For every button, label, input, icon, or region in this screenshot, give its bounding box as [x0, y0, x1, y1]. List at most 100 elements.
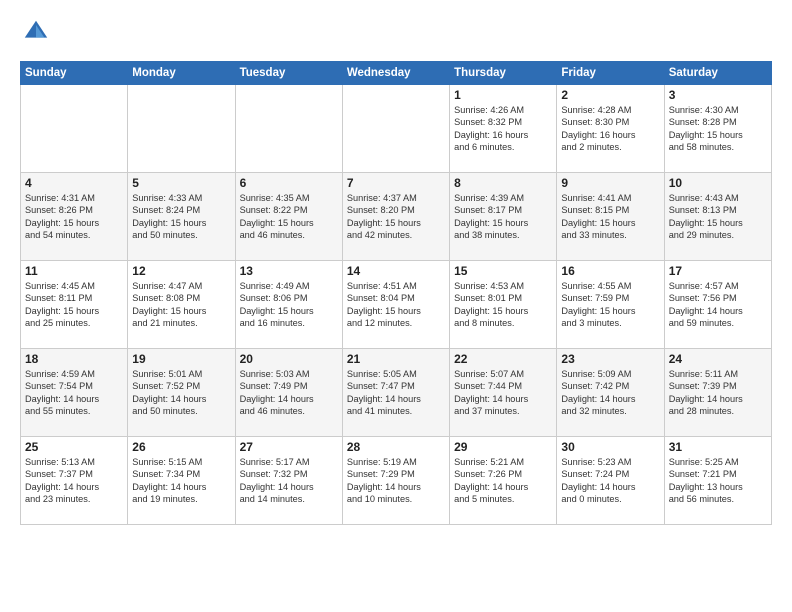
day-number: 29 [454, 440, 552, 454]
calendar-week-row: 11 Sunrise: 4:45 AM Sunset: 8:11 PM Dayli… [21, 261, 772, 349]
day-number: 2 [561, 88, 659, 102]
calendar-cell: 16 Sunrise: 4:55 AM Sunset: 7:59 PM Dayli… [557, 261, 664, 349]
calendar-cell: 8 Sunrise: 4:39 AM Sunset: 8:17 PM Daylig… [450, 173, 557, 261]
day-info: Sunrise: 4:31 AM Sunset: 8:26 PM Dayligh… [25, 192, 123, 242]
day-header-thursday: Thursday [450, 62, 557, 85]
day-info: Sunrise: 5:01 AM Sunset: 7:52 PM Dayligh… [132, 368, 230, 418]
calendar-cell: 28 Sunrise: 5:19 AM Sunset: 7:29 PM Dayli… [342, 437, 449, 525]
header [20, 18, 772, 51]
calendar-cell: 30Sunrise: 5:23 AM Sunset: 7:24 PM Dayli… [557, 437, 664, 525]
calendar-cell: 26Sunrise: 5:15 AM Sunset: 7:34 PM Dayli… [128, 437, 235, 525]
day-number: 14 [347, 264, 445, 278]
calendar-cell: 24 Sunrise: 5:11 AM Sunset: 7:39 PM Dayli… [664, 349, 771, 437]
day-number: 5 [132, 176, 230, 190]
calendar-cell: 18 Sunrise: 4:59 AM Sunset: 7:54 PM Dayli… [21, 349, 128, 437]
day-info: Sunrise: 4:49 AM Sunset: 8:06 PM Dayligh… [240, 280, 338, 330]
day-info: Sunrise: 5:03 AM Sunset: 7:49 PM Dayligh… [240, 368, 338, 418]
day-number: 11 [25, 264, 123, 278]
day-info: Sunrise: 4:53 AM Sunset: 8:01 PM Dayligh… [454, 280, 552, 330]
day-info: Sunrise: 4:35 AM Sunset: 8:22 PM Dayligh… [240, 192, 338, 242]
calendar-cell: 5 Sunrise: 4:33 AM Sunset: 8:24 PM Daylig… [128, 173, 235, 261]
day-header-monday: Monday [128, 62, 235, 85]
calendar-cell: 12 Sunrise: 4:47 AM Sunset: 8:08 PM Dayli… [128, 261, 235, 349]
calendar-cell: 11 Sunrise: 4:45 AM Sunset: 8:11 PM Dayli… [21, 261, 128, 349]
calendar-week-row: 4 Sunrise: 4:31 AM Sunset: 8:26 PM Daylig… [21, 173, 772, 261]
day-info: Sunrise: 4:51 AM Sunset: 8:04 PM Dayligh… [347, 280, 445, 330]
day-number: 12 [132, 264, 230, 278]
day-number: 15 [454, 264, 552, 278]
day-info: Sunrise: 4:28 AM Sunset: 8:30 PM Dayligh… [561, 104, 659, 154]
day-number: 28 [347, 440, 445, 454]
day-number: 4 [25, 176, 123, 190]
day-info: Sunrise: 5:09 AM Sunset: 7:42 PM Dayligh… [561, 368, 659, 418]
calendar-cell: 21 Sunrise: 5:05 AM Sunset: 7:47 PM Dayli… [342, 349, 449, 437]
calendar-cell: 23 Sunrise: 5:09 AM Sunset: 7:42 PM Dayli… [557, 349, 664, 437]
calendar-cell: 20 Sunrise: 5:03 AM Sunset: 7:49 PM Dayli… [235, 349, 342, 437]
day-number: 25 [25, 440, 123, 454]
calendar-header-row: SundayMondayTuesdayWednesdayThursdayFrid… [21, 62, 772, 85]
calendar-cell: 15 Sunrise: 4:53 AM Sunset: 8:01 PM Dayli… [450, 261, 557, 349]
calendar-cell [235, 85, 342, 173]
day-info: Sunrise: 5:05 AM Sunset: 7:47 PM Dayligh… [347, 368, 445, 418]
calendar-cell: 13 Sunrise: 4:49 AM Sunset: 8:06 PM Dayli… [235, 261, 342, 349]
day-info: Sunrise: 5:19 AM Sunset: 7:29 PM Dayligh… [347, 456, 445, 506]
day-info: Sunrise: 4:33 AM Sunset: 8:24 PM Dayligh… [132, 192, 230, 242]
day-number: 21 [347, 352, 445, 366]
calendar-cell: 9 Sunrise: 4:41 AM Sunset: 8:15 PM Daylig… [557, 173, 664, 261]
day-info: Sunrise: 5:07 AM Sunset: 7:44 PM Dayligh… [454, 368, 552, 418]
day-number: 13 [240, 264, 338, 278]
day-number: 19 [132, 352, 230, 366]
day-number: 6 [240, 176, 338, 190]
calendar-cell: 10 Sunrise: 4:43 AM Sunset: 8:13 PM Dayli… [664, 173, 771, 261]
day-info: Sunrise: 4:57 AM Sunset: 7:56 PM Dayligh… [669, 280, 767, 330]
day-info: Sunrise: 4:30 AM Sunset: 8:28 PM Dayligh… [669, 104, 767, 154]
day-info: Sunrise: 5:25 AM Sunset: 7:21 PM Dayligh… [669, 456, 767, 506]
calendar-cell: 14 Sunrise: 4:51 AM Sunset: 8:04 PM Dayli… [342, 261, 449, 349]
calendar-cell: 7Sunrise: 4:37 AM Sunset: 8:20 PM Daylig… [342, 173, 449, 261]
calendar-cell: 6 Sunrise: 4:35 AM Sunset: 8:22 PM Daylig… [235, 173, 342, 261]
calendar-cell: 22Sunrise: 5:07 AM Sunset: 7:44 PM Dayli… [450, 349, 557, 437]
day-number: 9 [561, 176, 659, 190]
day-header-saturday: Saturday [664, 62, 771, 85]
day-number: 20 [240, 352, 338, 366]
day-number: 8 [454, 176, 552, 190]
calendar-cell [21, 85, 128, 173]
day-info: Sunrise: 4:41 AM Sunset: 8:15 PM Dayligh… [561, 192, 659, 242]
day-number: 23 [561, 352, 659, 366]
day-info: Sunrise: 4:59 AM Sunset: 7:54 PM Dayligh… [25, 368, 123, 418]
logo-icon [22, 18, 50, 46]
day-info: Sunrise: 4:39 AM Sunset: 8:17 PM Dayligh… [454, 192, 552, 242]
day-info: Sunrise: 5:11 AM Sunset: 7:39 PM Dayligh… [669, 368, 767, 418]
day-number: 10 [669, 176, 767, 190]
calendar-cell: 19 Sunrise: 5:01 AM Sunset: 7:52 PM Dayli… [128, 349, 235, 437]
day-info: Sunrise: 4:55 AM Sunset: 7:59 PM Dayligh… [561, 280, 659, 330]
day-info: Sunrise: 5:21 AM Sunset: 7:26 PM Dayligh… [454, 456, 552, 506]
day-info: Sunrise: 5:17 AM Sunset: 7:32 PM Dayligh… [240, 456, 338, 506]
logo [20, 18, 52, 51]
day-info: Sunrise: 4:43 AM Sunset: 8:13 PM Dayligh… [669, 192, 767, 242]
calendar-cell [128, 85, 235, 173]
calendar-week-row: 1Sunrise: 4:26 AM Sunset: 8:32 PM Daylig… [21, 85, 772, 173]
calendar-body: 1Sunrise: 4:26 AM Sunset: 8:32 PM Daylig… [21, 85, 772, 525]
calendar-cell: 17 Sunrise: 4:57 AM Sunset: 7:56 PM Dayli… [664, 261, 771, 349]
day-number: 16 [561, 264, 659, 278]
day-number: 30 [561, 440, 659, 454]
day-number: 3 [669, 88, 767, 102]
day-number: 18 [25, 352, 123, 366]
day-info: Sunrise: 4:47 AM Sunset: 8:08 PM Dayligh… [132, 280, 230, 330]
calendar-cell: 25Sunrise: 5:13 AM Sunset: 7:37 PM Dayli… [21, 437, 128, 525]
calendar-cell: 31Sunrise: 5:25 AM Sunset: 7:21 PM Dayli… [664, 437, 771, 525]
day-number: 17 [669, 264, 767, 278]
calendar-page: SundayMondayTuesdayWednesdayThursdayFrid… [0, 0, 792, 612]
day-header-tuesday: Tuesday [235, 62, 342, 85]
day-info: Sunrise: 4:45 AM Sunset: 8:11 PM Dayligh… [25, 280, 123, 330]
calendar-cell: 29 Sunrise: 5:21 AM Sunset: 7:26 PM Dayli… [450, 437, 557, 525]
calendar-cell: 27Sunrise: 5:17 AM Sunset: 7:32 PM Dayli… [235, 437, 342, 525]
day-number: 24 [669, 352, 767, 366]
calendar-table: SundayMondayTuesdayWednesdayThursdayFrid… [20, 61, 772, 525]
calendar-cell: 2 Sunrise: 4:28 AM Sunset: 8:30 PM Daylig… [557, 85, 664, 173]
calendar-week-row: 25Sunrise: 5:13 AM Sunset: 7:37 PM Dayli… [21, 437, 772, 525]
day-info: Sunrise: 4:37 AM Sunset: 8:20 PM Dayligh… [347, 192, 445, 242]
calendar-week-row: 18 Sunrise: 4:59 AM Sunset: 7:54 PM Dayli… [21, 349, 772, 437]
day-header-sunday: Sunday [21, 62, 128, 85]
